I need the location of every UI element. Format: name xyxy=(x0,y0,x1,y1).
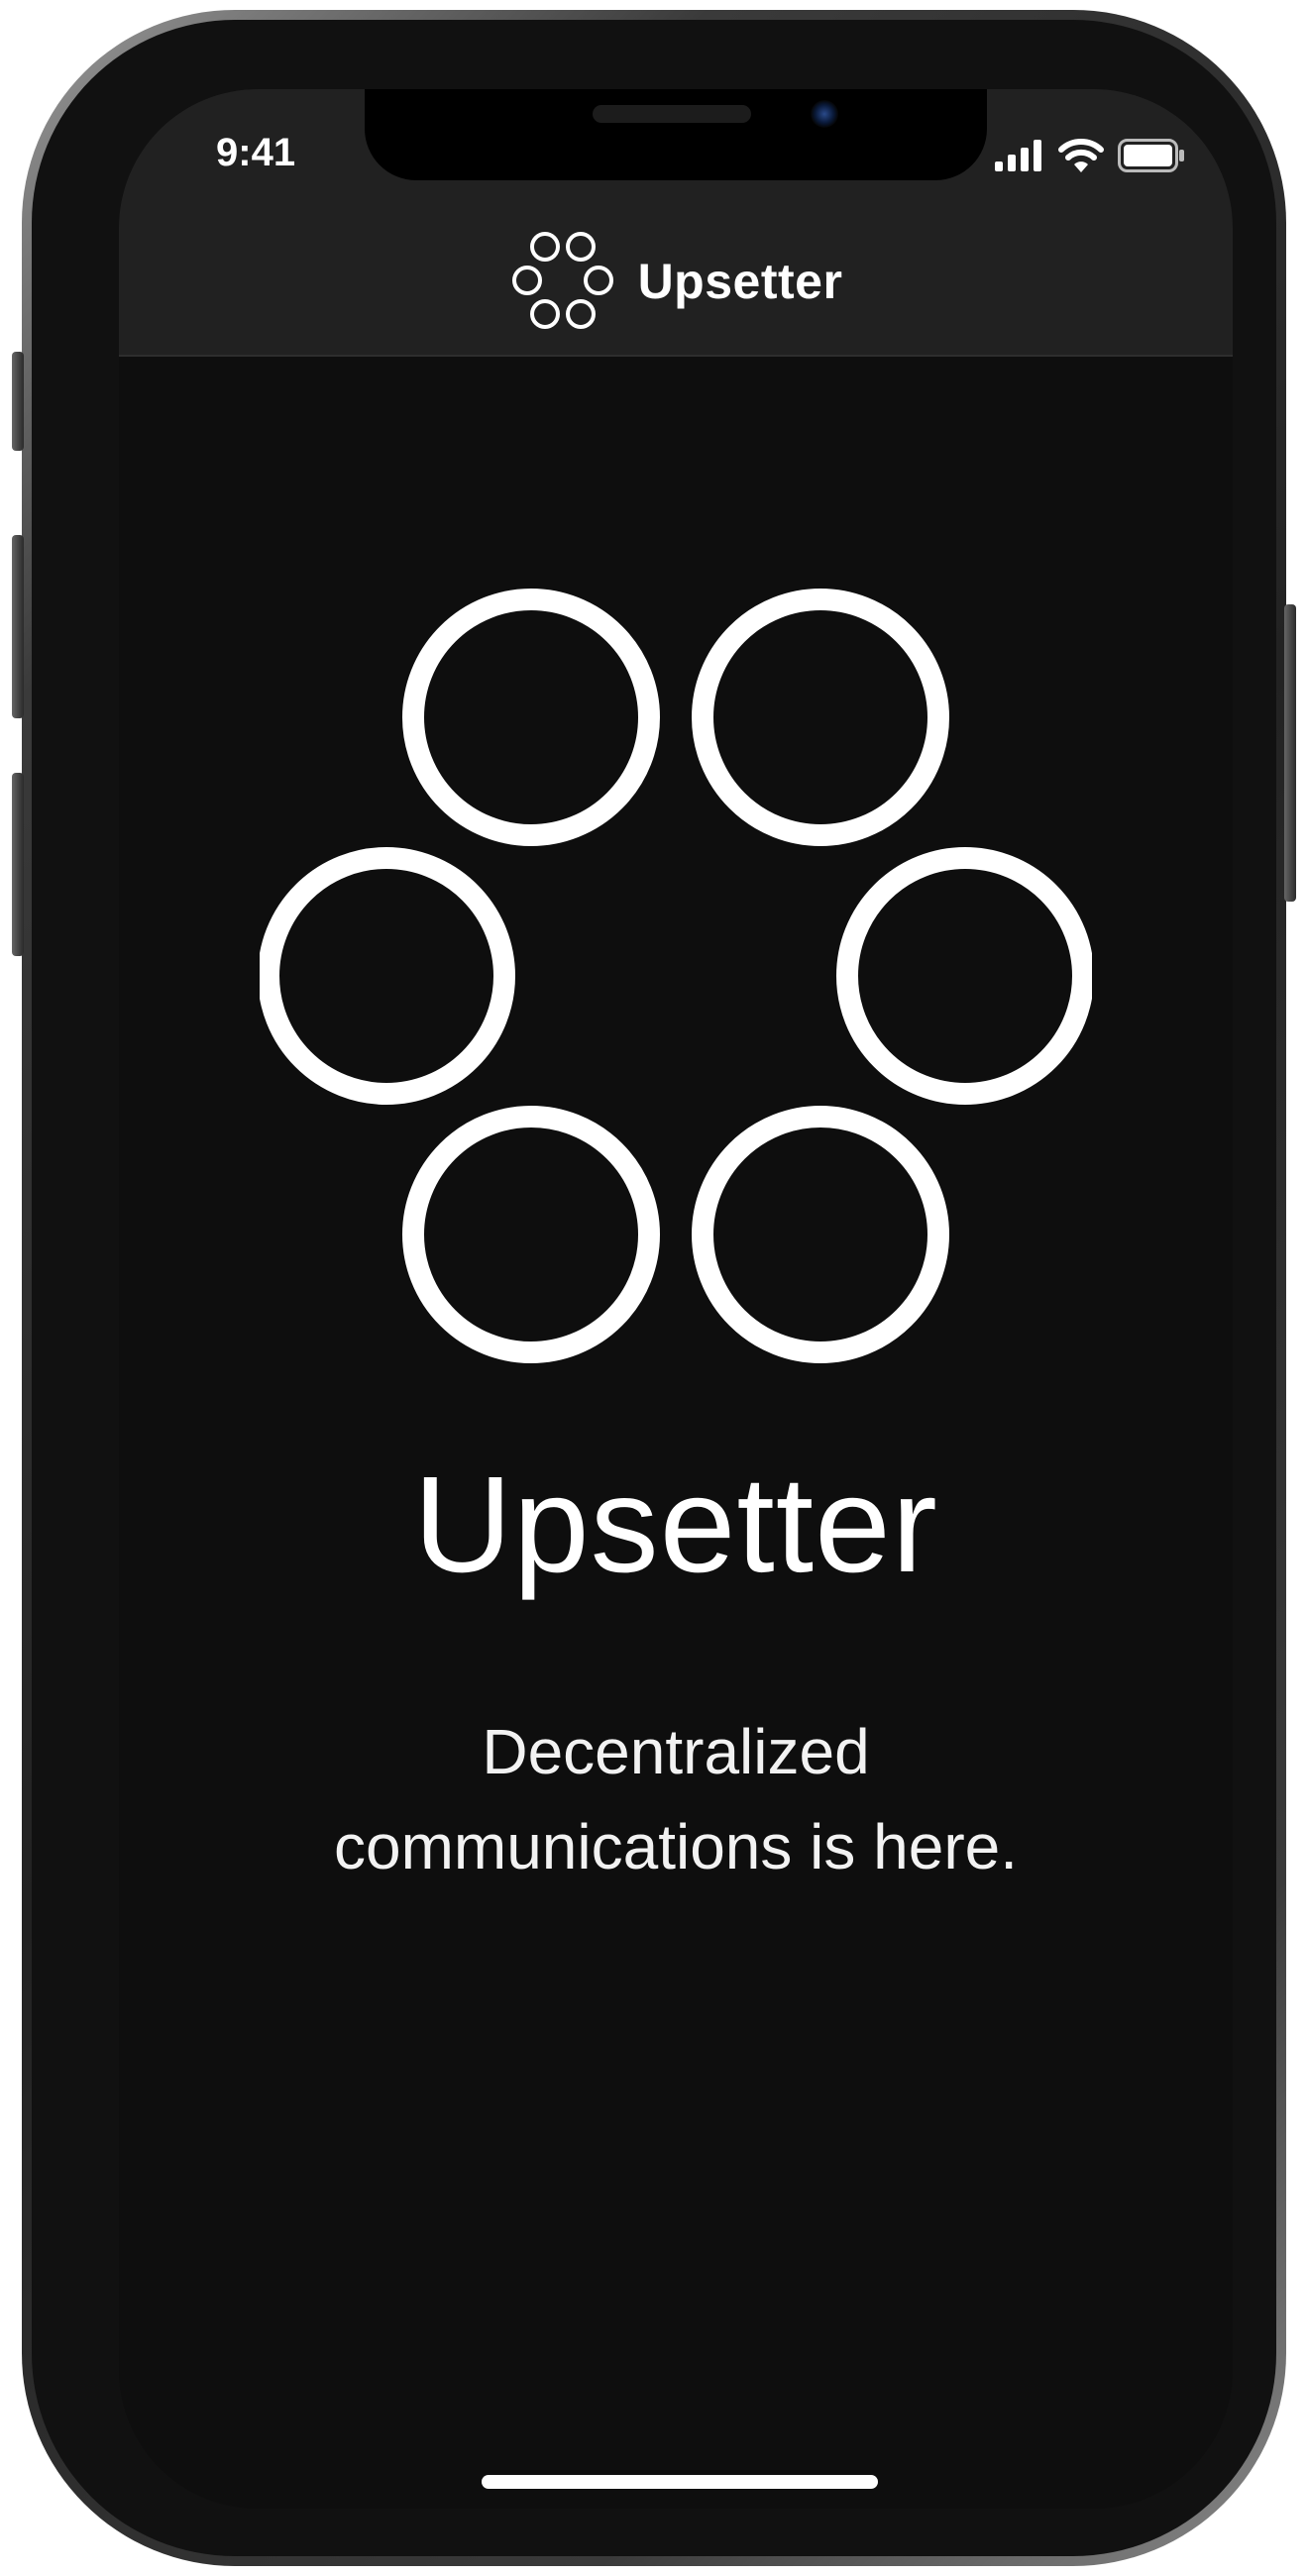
mute-switch xyxy=(12,352,24,451)
volume-up-button xyxy=(12,535,24,718)
status-time: 9:41 xyxy=(216,131,296,174)
navigation-bar: 9:41 Upsetter xyxy=(119,89,1233,357)
status-icons xyxy=(995,139,1185,172)
six-circles-logo-icon xyxy=(511,232,613,329)
app-screen: 9:41 Upsetter Upsetter Decentralized com… xyxy=(119,89,1233,2509)
wifi-icon xyxy=(1058,139,1104,172)
notch xyxy=(365,89,987,180)
signal-icon xyxy=(995,140,1041,171)
home-indicator[interactable] xyxy=(482,2475,878,2489)
hero-subtitle: Decentralized communications is here. xyxy=(119,1704,1233,1894)
nav-title: Upsetter xyxy=(119,231,1233,332)
volume-down-button xyxy=(12,773,24,956)
phone-frame: 9:41 Upsetter Upsetter Decentralized com… xyxy=(12,10,1296,2566)
hero-subtitle-line1: Decentralized xyxy=(482,1716,870,1787)
earpiece-speaker xyxy=(593,105,751,123)
battery-icon xyxy=(1118,139,1184,172)
six-circles-logo-icon xyxy=(260,589,1092,1363)
front-camera xyxy=(811,100,838,128)
hero-subtitle-line2: communications is here. xyxy=(333,1811,1019,1882)
nav-title-text: Upsetter xyxy=(637,254,843,309)
power-button xyxy=(1284,604,1296,902)
hero-title: Upsetter xyxy=(413,1449,938,1601)
